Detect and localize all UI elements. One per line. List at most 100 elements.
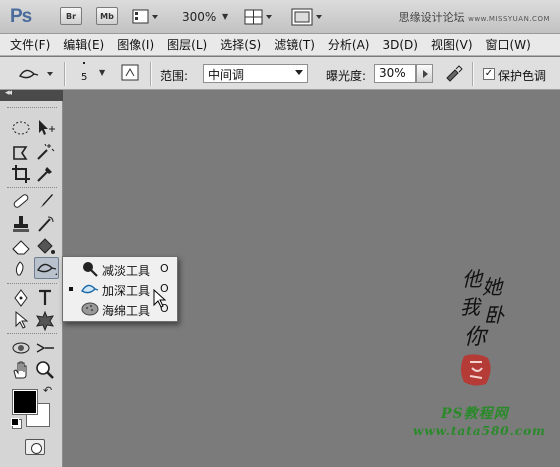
zoom-tool[interactable] [34,359,56,381]
photoshop-logo: Ps [10,6,32,27]
protect-tones-checkbox[interactable]: ✓ [483,68,495,80]
menu-file[interactable]: 文件(F) [10,36,50,53]
airbrush-icon [446,65,463,82]
tool-preset-picker[interactable] [16,63,54,83]
toolbar-header[interactable]: ◂◂ [0,88,63,101]
burn-icon [37,263,57,275]
menu-view[interactable]: 视图(V) [431,36,473,53]
eyedropper-icon [37,167,52,182]
blur-tool[interactable] [10,257,32,279]
foreground-color-swatch[interactable] [13,390,37,414]
healing-brush-tool[interactable] [10,190,32,212]
crop-tool[interactable] [10,163,32,185]
burn-tool[interactable] [34,257,59,279]
screen-mode-button[interactable] [291,7,322,27]
type-tool[interactable] [34,287,56,309]
brush-tool[interactable] [34,190,56,212]
3d-rotate-icon [12,342,30,354]
zoom-level[interactable]: 300% [182,10,216,24]
view-extras-button[interactable] [132,7,158,27]
move-tool[interactable] [34,117,56,139]
lasso-icon [13,146,28,160]
site-watermark-url: www.tata580.com [413,424,546,438]
tools-panel: ↶ [0,101,63,467]
menu-select[interactable]: 选择(S) [220,36,261,53]
history-brush-tool[interactable] [34,213,56,235]
arrange-documents-icon [244,9,272,25]
calligraphy-char: 卧 [484,303,504,327]
magic-wand-tool[interactable] [34,141,56,163]
options-bar: 5 ▼ 范围: 中间调 曝光度: 30% ✓ 保护色调 [0,57,560,90]
range-select-value: 中间调 [208,68,245,82]
custom-shape-icon [36,310,54,332]
3d-rotate-tool[interactable] [10,337,32,359]
calligraphy-char: 我 [460,295,480,319]
zoom-icon [36,361,54,379]
exposure-slider-toggle[interactable] [416,64,433,83]
swap-colors-icon[interactable]: ↶ [43,384,52,397]
clone-stamp-tool[interactable] [10,213,32,235]
menu-window[interactable]: 窗口(W) [486,36,531,53]
brush-icon [39,194,53,208]
bridge-button[interactable]: Br [60,7,82,25]
custom-shape-tool[interactable] [34,309,56,332]
pen-icon [14,289,28,307]
pen-tool[interactable] [10,287,32,309]
history-brush-icon [38,216,54,232]
menu-edit[interactable]: 编辑(E) [63,36,104,53]
menu-3d[interactable]: 3D(D) [382,38,417,52]
default-colors-icon[interactable] [11,418,19,426]
site-watermark-name: PS教程网 [441,406,509,422]
burn-tool-icon [19,69,53,79]
paint-bucket-tool[interactable] [34,235,56,257]
brush-panel-button[interactable] [120,63,142,83]
brush-picker-dropdown-icon[interactable]: ▼ [99,68,105,77]
magic-wand-icon [37,143,55,160]
stamp-icon [13,216,29,232]
options-separator [150,62,151,86]
forum-url: www.MISSYUAN.COM [468,15,550,23]
menu-bar: 文件(F) 编辑(E) 图像(I) 图层(L) 选择(S) 滤镜(T) 分析(A… [0,34,560,56]
crop-icon [12,165,30,183]
path-selection-tool[interactable] [10,309,32,331]
3d-camera-tool[interactable] [34,337,56,359]
3d-camera-icon [36,343,54,353]
exposure-input[interactable]: 30% [374,64,416,83]
smudge-icon [15,261,24,276]
brush-size: 5 [81,72,88,83]
marquee-tool[interactable] [10,117,32,139]
brush-picker[interactable]: 5 [78,60,96,88]
menu-image[interactable]: 图像(I) [117,36,154,53]
hand-icon [13,361,27,379]
forum-name: 思缘设计论坛 [398,11,465,24]
hand-tool[interactable] [10,359,32,381]
arrange-documents-button[interactable] [244,7,272,27]
brush-panel-icon [121,64,139,81]
eyedropper-tool[interactable] [34,163,56,185]
forum-watermark: 思缘设计论坛 www.MISSYUAN.COM [399,9,550,25]
quick-mask-button[interactable] [25,439,45,455]
panel-grip [7,107,57,110]
menu-analysis[interactable]: 分析(A) [328,36,370,53]
calligraphy-char: 你 [464,325,487,350]
lasso-tool[interactable] [10,141,32,163]
options-separator [472,62,473,86]
eraser-tool[interactable] [10,235,32,257]
menu-layer[interactable]: 图层(L) [167,36,207,53]
range-select[interactable]: 中间调 [203,64,308,83]
direct-select-icon [15,310,29,329]
chevron-down-icon [295,70,303,75]
range-label: 范围: [160,69,189,83]
calligraphy-char: 他 [462,267,482,291]
menu-filter[interactable]: 滤镜(T) [274,36,315,53]
tool-group-divider [7,283,57,286]
mini-bridge-button[interactable]: Mb [96,7,118,25]
airbrush-button[interactable] [443,63,465,83]
zoom-dropdown-icon[interactable]: ▼ [222,12,228,21]
eraser-icon [12,240,30,255]
options-separator [64,62,65,86]
paint-bucket-icon [37,238,55,254]
collapse-icon: ◂◂ [5,88,12,98]
exposure-label: 曝光度: [326,69,367,83]
type-icon [39,289,51,305]
